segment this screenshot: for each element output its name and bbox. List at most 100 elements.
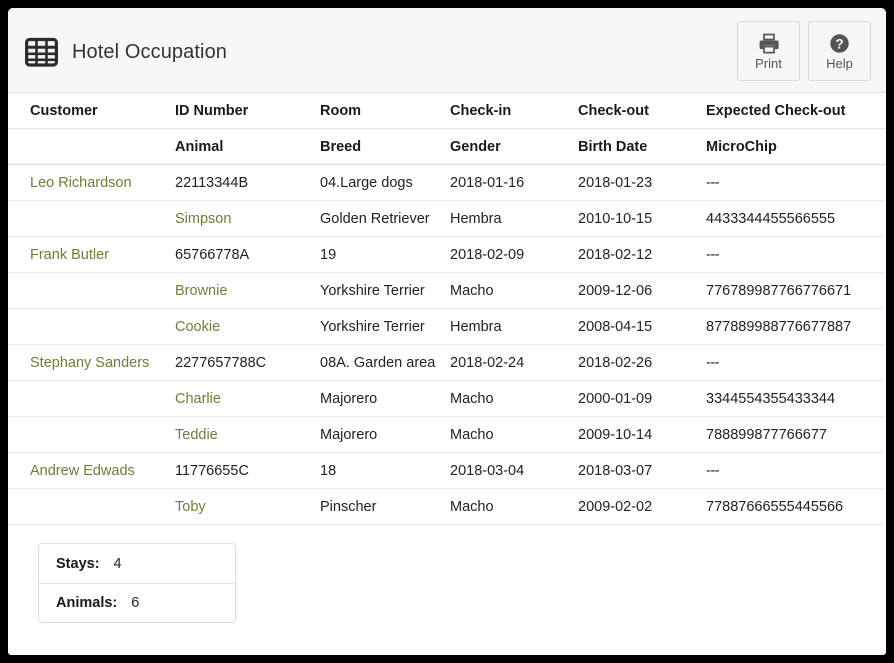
table-cell-text: 2018-02-12 [578, 246, 653, 263]
name-link-label: Charlie [175, 390, 221, 407]
table-cell-text: 2018-02-24 [450, 354, 525, 371]
table-cell-text: 2277657788C [175, 354, 267, 371]
table-cell-text: --- [706, 246, 720, 263]
table-cell-text: 4433344455566555 [706, 210, 836, 227]
app-header: Hotel Occupation Print ? Help [8, 8, 886, 93]
customer-name-link[interactable]: Frank Butler [8, 236, 175, 273]
col-header-animal: Animal [175, 128, 320, 165]
table-cell: 3344554355433344 [706, 380, 886, 417]
table-cell: 2018-03-07 [578, 452, 706, 489]
table-cell: 11776655C [175, 452, 320, 489]
title-block: Hotel Occupation [25, 36, 227, 69]
col-header-blank [8, 128, 175, 165]
table-cell-text: Hembra [450, 210, 502, 227]
col-header-expected-check-out: Expected Check-out [706, 93, 886, 129]
col-header-room: Room [320, 93, 450, 129]
print-button-label: Print [755, 56, 782, 71]
table-cell-text: 2000-01-09 [578, 390, 653, 407]
col-header-id-number: ID Number [175, 93, 320, 129]
summary-label-animals: Animals: [56, 595, 118, 611]
printer-icon [758, 31, 780, 55]
table-cell: 2018-02-09 [450, 236, 578, 273]
table-cell-text: 2018-01-23 [578, 174, 653, 191]
table-cell: Hembra [450, 200, 578, 237]
summary-row-stays: Stays: 4 [39, 544, 235, 583]
table-cell-text: 2018-03-07 [578, 462, 653, 479]
table-cell-text: 08A. Garden area [320, 354, 436, 371]
help-button[interactable]: ? Help [808, 21, 871, 81]
table-row: Brownie Yorkshire Terrier Macho 2009-12-06 7… [8, 272, 886, 309]
table-cell: 2018-01-16 [450, 164, 578, 201]
table-row: Leo Richardson 22113344B 04.Large dogs 2018… [8, 164, 886, 201]
table-row: Toby Pinscher Macho 2009-02-02 7788766655544… [8, 488, 886, 525]
animal-name-link[interactable]: Simpson [175, 200, 320, 237]
table-cell: 2018-02-24 [450, 344, 578, 381]
table-head: Customer ID Number Room Check-in Check-o… [8, 93, 886, 165]
table-cell [8, 308, 175, 345]
table-cell: 18 [320, 452, 450, 489]
table-cell-text: 877889988776677887 [706, 318, 852, 335]
table-grid-icon [25, 36, 58, 69]
table-cell: 2009-02-02 [578, 488, 706, 525]
table-cell: 19 [320, 236, 450, 273]
table-cell [8, 272, 175, 309]
table-cell-text: --- [706, 174, 720, 191]
animal-name-link[interactable]: Toby [175, 488, 320, 525]
customer-name-link[interactable]: Stephany Sanders [8, 344, 175, 381]
table-cell: 2018-02-26 [578, 344, 706, 381]
table-cell-text: Golden Retriever [320, 210, 430, 227]
table-cell [8, 200, 175, 237]
animal-name-link[interactable]: Brownie [175, 272, 320, 309]
customer-name-link[interactable]: Leo Richardson [8, 164, 175, 201]
table-row: Simpson Golden Retriever Hembra 2010-10-15 4… [8, 200, 886, 237]
table-cell-text: 2018-03-04 [450, 462, 525, 479]
header-actions: Print ? Help [737, 21, 871, 81]
table-cell: 77887666555445566 [706, 488, 886, 525]
table-cell-text: Macho [450, 426, 494, 443]
header-row-stay: Customer ID Number Room Check-in Check-o… [8, 93, 886, 129]
table-row: Stephany Sanders 2277657788C 08A. Garden a… [8, 344, 886, 381]
summary-value-stays: 4 [113, 555, 122, 572]
table-cell-text: 04.Large dogs [320, 174, 413, 191]
table-row: Charlie Majorero Macho 2000-01-09 3344554355… [8, 380, 886, 417]
col-header-gender: Gender [450, 128, 578, 165]
print-button[interactable]: Print [737, 21, 800, 81]
col-header-customer: Customer [8, 93, 175, 129]
table-cell: 22113344B [175, 164, 320, 201]
table-cell-text: Macho [450, 498, 494, 515]
table-cell: 08A. Garden area [320, 344, 450, 381]
col-header-check-out: Check-out [578, 93, 706, 129]
table-cell: --- [706, 164, 886, 201]
name-link-label: Simpson [175, 210, 232, 227]
name-link-label: Cookie [175, 318, 221, 335]
table-cell: 2008-04-15 [578, 308, 706, 345]
animal-name-link[interactable]: Charlie [175, 380, 320, 417]
animal-name-link[interactable]: Cookie [175, 308, 320, 345]
animal-name-link[interactable]: Teddie [175, 416, 320, 453]
table-cell-text: 2008-04-15 [578, 318, 653, 335]
name-link-label: Leo Richardson [30, 174, 132, 191]
table-body: Leo Richardson 22113344B 04.Large dogs 2018… [8, 164, 886, 525]
table-cell-text: 77887666555445566 [706, 498, 844, 515]
table-row: Frank Butler 65766778A 19 2018-02-09 2018-02… [8, 236, 886, 273]
table-cell: 2018-01-23 [578, 164, 706, 201]
table-cell-text: Yorkshire Terrier [320, 318, 425, 335]
table-cell: Majorero [320, 380, 450, 417]
table-cell: Yorkshire Terrier [320, 308, 450, 345]
table-cell: Hembra [450, 308, 578, 345]
occupation-table-container: Customer ID Number Room Check-in Check-o… [8, 93, 886, 525]
name-link-label: Andrew Edwads [30, 462, 135, 479]
table-cell-text: 2018-01-16 [450, 174, 525, 191]
customer-name-link[interactable]: Andrew Edwads [8, 452, 175, 489]
col-header-birth-date: Birth Date [578, 128, 706, 165]
table-cell-text: 776789987766776671 [706, 282, 852, 299]
table-cell: 2018-02-12 [578, 236, 706, 273]
help-button-label: Help [826, 56, 853, 71]
table-cell: Macho [450, 488, 578, 525]
svg-text:?: ? [835, 36, 843, 51]
table-cell-text: Macho [450, 282, 494, 299]
occupation-table: Customer ID Number Room Check-in Check-o… [8, 93, 886, 525]
table-cell: Pinscher [320, 488, 450, 525]
table-cell-text: 18 [320, 462, 337, 479]
table-cell [8, 380, 175, 417]
